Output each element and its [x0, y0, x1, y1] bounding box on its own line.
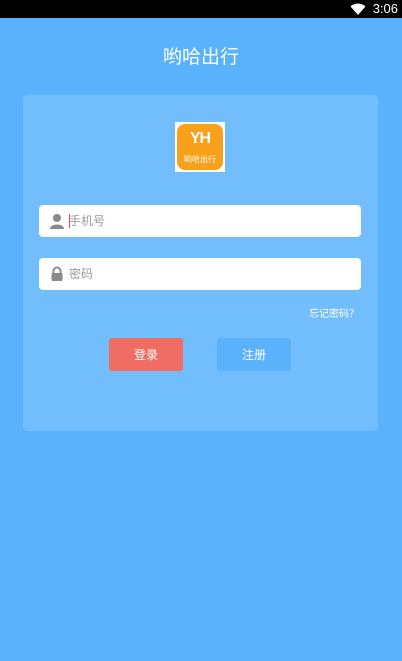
logo-badge: YH 哟哈出行 [177, 124, 223, 170]
lock-icon [51, 266, 63, 281]
page-title: 哟哈出行 [162, 46, 239, 68]
login-button[interactable]: 登录 [109, 338, 183, 371]
phone-input[interactable] [69, 205, 349, 237]
register-button[interactable]: 注册 [217, 338, 291, 371]
password-field[interactable] [39, 258, 361, 290]
forgot-password-link[interactable]: 忘记密码？ [309, 308, 359, 322]
password-input[interactable] [69, 258, 349, 290]
wifi-icon [350, 3, 366, 16]
logo-text: 哟哈出行 [184, 155, 216, 164]
status-bar: 3:06 [0, 0, 402, 18]
app-logo: YH 哟哈出行 [175, 122, 225, 172]
status-time: 3:06 [372, 1, 398, 16]
phone-field[interactable] [39, 205, 361, 237]
login-card: YH 哟哈出行 忘记密码？ 登录 注册 [23, 95, 378, 431]
logo-mark: YH [189, 130, 211, 147]
user-icon [50, 214, 64, 229]
